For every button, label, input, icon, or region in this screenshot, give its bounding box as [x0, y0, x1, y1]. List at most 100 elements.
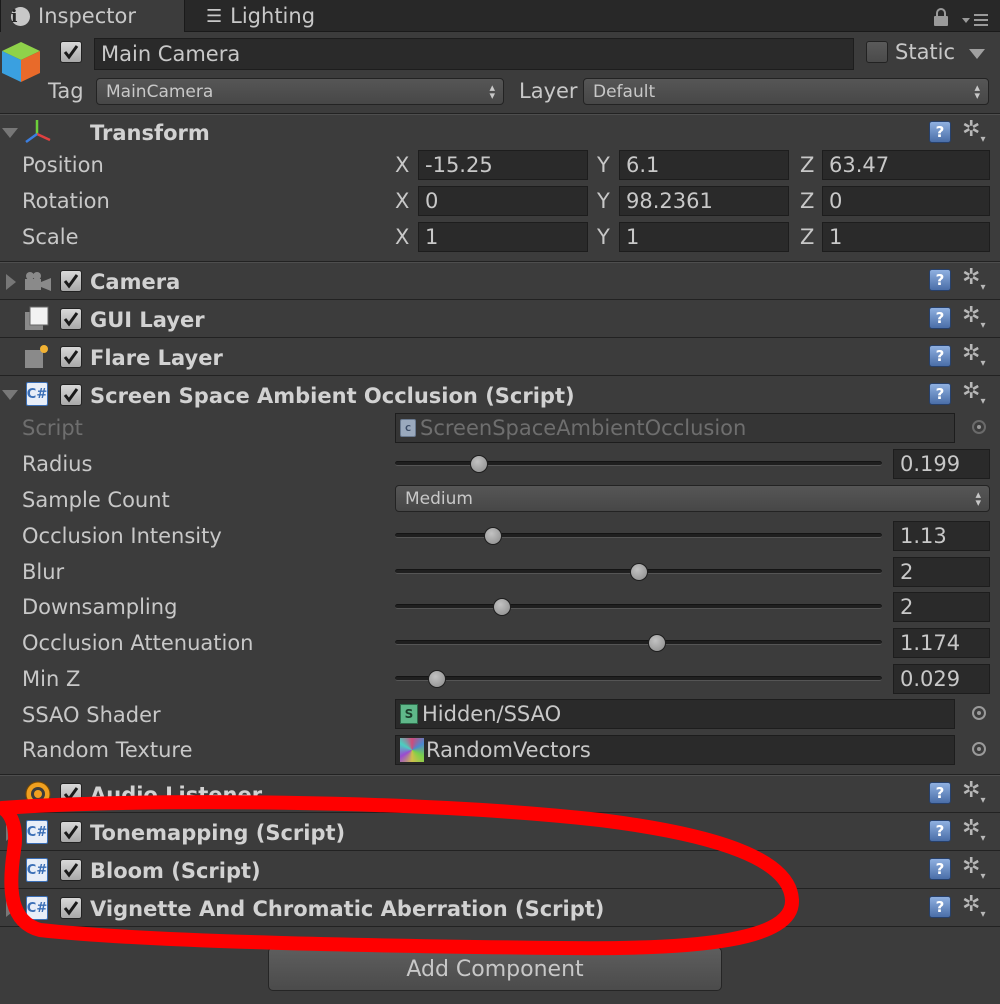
active-checkbox[interactable]: [60, 41, 82, 63]
lock-icon[interactable]: [933, 8, 949, 26]
scale-y-field[interactable]: 1: [619, 222, 789, 252]
occlusion-intensity-label: Occlusion Intensity: [22, 524, 222, 548]
vignette-enabled-checkbox[interactable]: [60, 897, 82, 919]
occlusion-intensity-slider-thumb[interactable]: [484, 527, 503, 545]
static-checkbox[interactable]: [866, 41, 888, 63]
csharp-script-icon: C#: [26, 858, 48, 882]
radius-field[interactable]: 0.199: [893, 449, 990, 479]
flare-layer-enabled-checkbox[interactable]: [60, 346, 82, 368]
divider: [0, 375, 1000, 376]
rotation-y-field[interactable]: 98.2361: [619, 186, 789, 216]
position-z-field[interactable]: 63.47: [822, 150, 990, 180]
downsampling-slider-thumb[interactable]: [493, 598, 512, 616]
rotation-z-field[interactable]: 0: [822, 186, 990, 216]
value: 2: [900, 560, 914, 584]
help-icon[interactable]: ?: [929, 896, 951, 918]
updown-icon: ▴ ▾: [975, 487, 981, 509]
help-icon[interactable]: ?: [929, 782, 951, 804]
ssao-shader-field[interactable]: S Hidden/SSAO: [395, 699, 955, 729]
random-texture-field[interactable]: RandomVectors: [395, 735, 955, 765]
bloom-title: Bloom (Script): [90, 859, 261, 883]
min-z-slider-track[interactable]: [395, 676, 882, 681]
foldout-collapsed-icon[interactable]: [6, 274, 16, 290]
object-picker-icon: [972, 420, 986, 434]
downsampling-field[interactable]: 2: [893, 592, 990, 622]
sample-count-dropdown[interactable]: Medium ▴ ▾: [395, 485, 990, 512]
gear-icon[interactable]: ✲▾: [962, 379, 985, 407]
object-name-input[interactable]: Main Camera: [94, 38, 854, 70]
occlusion-intensity-field[interactable]: 1.13: [893, 521, 990, 551]
blur-slider-thumb[interactable]: [629, 563, 648, 581]
value: 98.2361: [626, 189, 713, 213]
rotation-x-field[interactable]: 0: [418, 186, 588, 216]
gear-icon[interactable]: ✲▾: [962, 892, 985, 920]
object-picker-icon[interactable]: [972, 742, 986, 756]
scale-label: Scale: [22, 225, 79, 249]
gui-layer-enabled-checkbox[interactable]: [60, 308, 82, 330]
value: 0.199: [900, 452, 961, 476]
object-picker-icon[interactable]: [972, 706, 986, 720]
position-label: Position: [22, 153, 104, 177]
tab-lighting-label: Lighting: [230, 4, 316, 28]
foldout-collapsed-icon[interactable]: [6, 825, 16, 841]
gear-icon[interactable]: ✲▾: [962, 265, 985, 293]
radius-slider-track[interactable]: [395, 461, 882, 466]
help-icon[interactable]: ?: [929, 345, 951, 367]
downsampling-slider-track[interactable]: [395, 604, 882, 609]
occlusion-attenuation-slider-thumb[interactable]: [648, 634, 667, 652]
tag-label: Tag: [48, 79, 84, 103]
flare-layer-icon: [24, 343, 50, 369]
add-component-button[interactable]: Add Component: [268, 947, 722, 991]
axis-x-label: X: [395, 189, 410, 213]
static-dropdown-icon[interactable]: [969, 49, 985, 59]
gear-icon[interactable]: ✲▾: [962, 303, 985, 331]
gear-icon[interactable]: ✲▾: [962, 816, 985, 844]
help-icon[interactable]: ?: [929, 858, 951, 880]
min-z-slider-thumb[interactable]: [427, 670, 446, 688]
occlusion-attenuation-slider-track[interactable]: [395, 640, 882, 645]
position-x-field[interactable]: -15.25: [418, 150, 588, 180]
gear-icon[interactable]: ✲▾: [962, 341, 985, 369]
tab-inspector[interactable]: i Inspector: [0, 0, 185, 32]
gui-layer-title: GUI Layer: [90, 308, 205, 332]
scale-z-field[interactable]: 1: [822, 222, 990, 252]
tag-value: MainCamera: [106, 81, 214, 102]
help-icon[interactable]: ?: [929, 121, 951, 143]
scale-x-field[interactable]: 1: [418, 222, 588, 252]
position-y-field[interactable]: 6.1: [619, 150, 789, 180]
updown-icon: ▴ ▾: [489, 80, 495, 102]
min-z-field[interactable]: 0.029: [893, 664, 990, 694]
foldout-collapsed-icon[interactable]: [6, 901, 16, 917]
menu-icon[interactable]: [962, 10, 990, 26]
camera-enabled-checkbox[interactable]: [60, 270, 82, 292]
ssao-enabled-checkbox[interactable]: [60, 384, 82, 406]
help-icon[interactable]: ?: [929, 307, 951, 329]
transform-title: Transform: [90, 121, 210, 145]
gear-icon[interactable]: ✲▾: [962, 117, 985, 145]
texture-thumbnail-icon: [400, 738, 424, 762]
sliders-icon: ☰: [206, 5, 223, 27]
occlusion-intensity-slider-track[interactable]: [395, 533, 882, 538]
divider: [0, 850, 1000, 851]
help-icon[interactable]: ?: [929, 383, 951, 405]
help-icon[interactable]: ?: [929, 820, 951, 842]
help-icon[interactable]: ?: [929, 269, 951, 291]
radius-slider-thumb[interactable]: [470, 455, 489, 473]
min-z-label: Min Z: [22, 667, 81, 691]
bloom-enabled-checkbox[interactable]: [60, 859, 82, 881]
occlusion-attenuation-label: Occlusion Attenuation: [22, 631, 254, 655]
audio-listener-enabled-checkbox[interactable]: [60, 783, 82, 805]
gear-icon[interactable]: ✲▾: [962, 778, 985, 806]
csharp-script-icon: C#: [26, 382, 48, 406]
tag-dropdown[interactable]: MainCamera ▴ ▾: [96, 78, 504, 105]
foldout-expanded-icon[interactable]: [2, 390, 18, 400]
foldout-collapsed-icon[interactable]: [6, 863, 16, 879]
ssao-title: Screen Space Ambient Occlusion (Script): [90, 384, 575, 408]
layer-dropdown[interactable]: Default ▴ ▾: [583, 78, 989, 105]
tonemapping-enabled-checkbox[interactable]: [60, 821, 82, 843]
foldout-expanded-icon[interactable]: [2, 128, 18, 138]
occlusion-attenuation-field[interactable]: 1.174: [893, 628, 990, 658]
blur-field[interactable]: 2: [893, 557, 990, 587]
tab-lighting[interactable]: ☰ Lighting: [196, 0, 346, 32]
gear-icon[interactable]: ✲▾: [962, 854, 985, 882]
